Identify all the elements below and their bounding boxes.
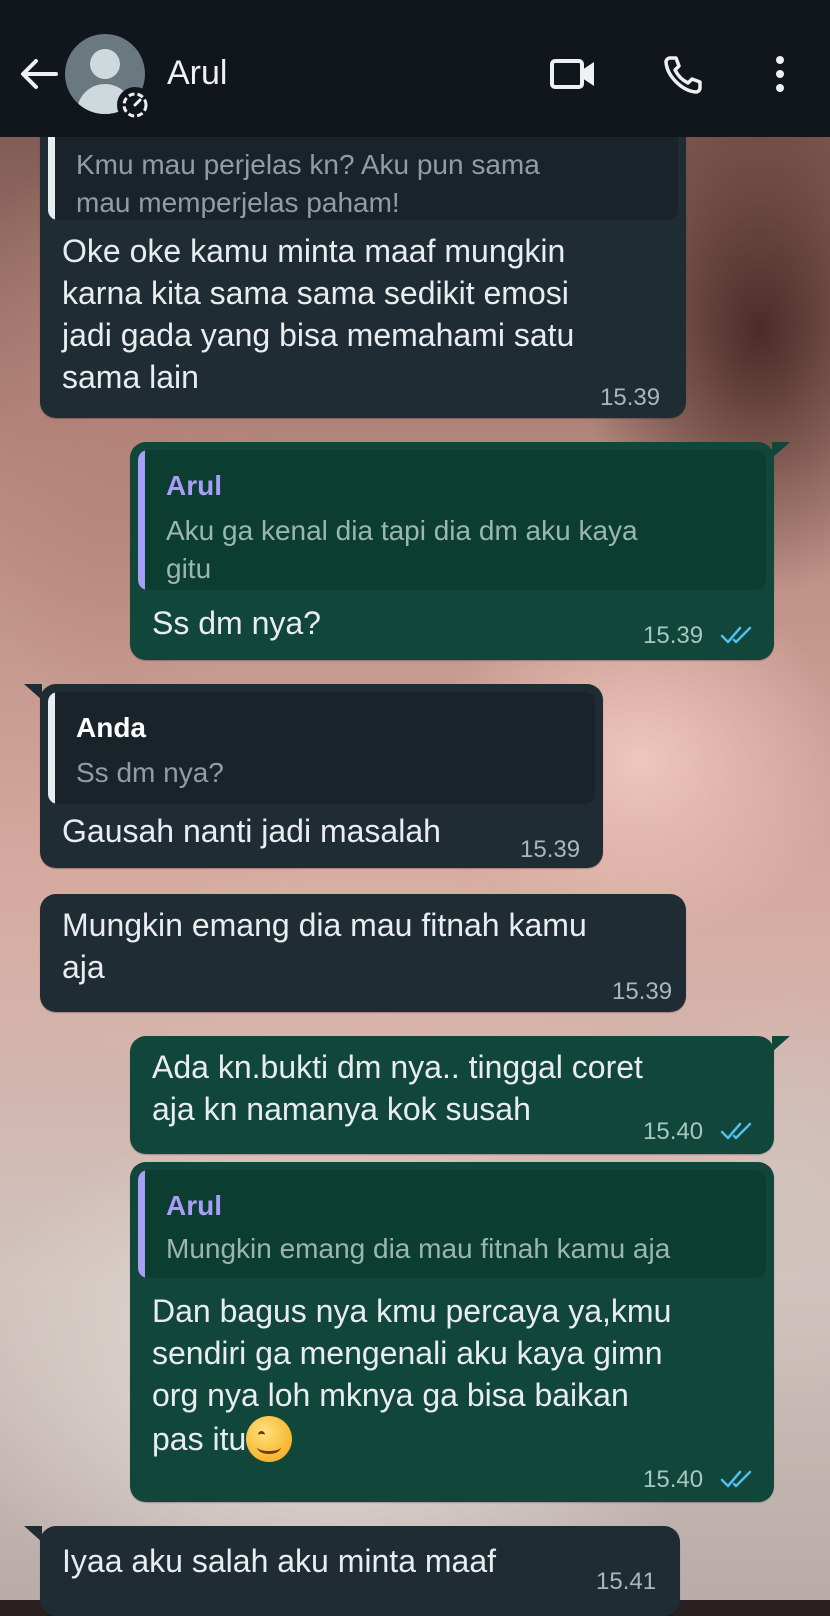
message-time: 15.40 (643, 1466, 704, 1493)
quoted-text: Aku ga kenal dia tapi dia dm aku kaya gi… (166, 515, 638, 584)
message-text: Iyaa aku salah aku minta maaf (62, 1543, 497, 1579)
quoted-text: Ss dm nya? (76, 757, 224, 788)
message-text: Gausah nanti jadi masalah (62, 813, 441, 849)
message-bubble-outgoing[interactable]: Arul Mungkin emang dia mau fitnah kamu a… (130, 1162, 774, 1502)
back-arrow-icon[interactable] (16, 52, 60, 96)
message-bubble-incoming[interactable]: Anda Ss dm nya? Gausah nanti jadi masala… (24, 684, 603, 868)
quoted-message[interactable]: Arul Aku ga kenal dia tapi dia dm aku ka… (138, 450, 766, 590)
contact-name[interactable]: Arul (167, 54, 227, 93)
phone-call-icon[interactable] (662, 52, 706, 96)
read-ticks-icon (720, 1122, 752, 1140)
quoted-sender: Arul (166, 1190, 222, 1221)
message-text: Ss dm nya? (152, 605, 321, 641)
quote-bar (48, 692, 55, 804)
message-time: 15.39 (600, 384, 661, 411)
quote-bar (138, 450, 145, 590)
message-text: Ada kn.bukti dm nya.. tinggal coret aja … (152, 1049, 643, 1127)
more-options-icon[interactable] (765, 52, 795, 96)
message-bubble-incoming[interactable]: Iyaa aku salah aku minta maaf 15.41 (24, 1526, 680, 1616)
message-time: 15.39 (520, 836, 581, 863)
quoted-sender: Anda (76, 712, 146, 743)
message-bubble-outgoing[interactable]: Ada kn.bukti dm nya.. tinggal coret aja … (130, 1036, 790, 1154)
message-bubble-incoming[interactable]: Kmu mau perjelas kn? Aku pun sama mau me… (40, 100, 686, 418)
quoted-sender: Arul (166, 470, 222, 501)
read-ticks-icon (720, 1470, 752, 1488)
message-time: 15.39 (612, 978, 673, 1005)
quoted-text: Kmu mau perjelas kn? Aku pun sama mau me… (76, 149, 540, 218)
video-call-icon[interactable] (548, 52, 598, 96)
message-text-content: Dan bagus nya kmu percaya ya,kmu sendiri… (152, 1293, 672, 1457)
status-icon (117, 87, 153, 123)
message-time: 15.39 (643, 622, 704, 649)
message-text: Dan bagus nya kmu percaya ya,kmu sendiri… (152, 1290, 671, 1462)
quoted-message[interactable]: Anda Ss dm nya? (48, 692, 595, 804)
quoted-text: Mungkin emang dia mau fitnah kamu aja (166, 1233, 671, 1264)
message-time: 15.41 (596, 1568, 657, 1595)
message-text: Oke oke kamu minta maaf mungkin karna ki… (62, 233, 575, 395)
chat-header: Arul (0, 0, 830, 137)
read-ticks-icon (720, 626, 752, 644)
smiling-face-emoji (246, 1416, 293, 1462)
quote-bar (138, 1170, 145, 1278)
quoted-message[interactable]: Arul Mungkin emang dia mau fitnah kamu a… (138, 1170, 766, 1278)
message-time: 15.40 (643, 1118, 704, 1145)
message-bubble-outgoing[interactable]: Arul Aku ga kenal dia tapi dia dm aku ka… (130, 442, 790, 660)
message-bubble-incoming[interactable]: Mungkin emang dia mau fitnah kamu aja 15… (40, 894, 686, 1012)
message-text: Mungkin emang dia mau fitnah kamu aja (62, 907, 587, 985)
avatar-placeholder-icon (90, 49, 120, 79)
